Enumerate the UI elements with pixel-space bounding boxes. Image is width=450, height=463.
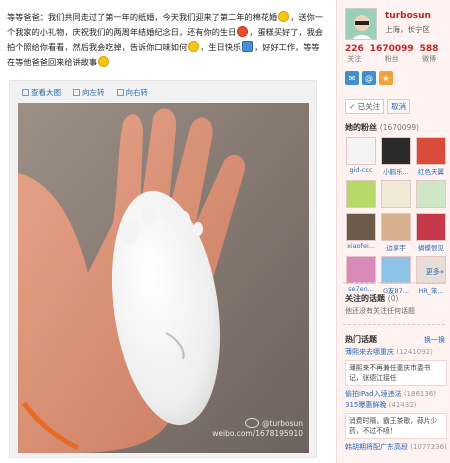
fan-item[interactable]: se7en... xyxy=(345,256,377,295)
watermark-url: weibo.com/1678195910 xyxy=(212,429,303,438)
rotate-left-link[interactable]: 向左转 xyxy=(73,85,105,99)
hot-topic-link[interactable]: 薄熙来去哪重庆 xyxy=(345,348,394,356)
fan-name[interactable]: HR_笨... xyxy=(415,285,447,295)
watermark-handle: @turbosun xyxy=(261,419,303,428)
fan-item[interactable] xyxy=(415,180,447,209)
avatar-image xyxy=(346,9,376,39)
fan-item[interactable]: 蝴蝶恨见 xyxy=(415,213,447,252)
change-batch-link[interactable]: 换一换 xyxy=(424,335,445,345)
fan-name[interactable]: 小鹤乐... xyxy=(380,166,412,176)
fan-name[interactable]: gid-ccc xyxy=(345,166,377,174)
photo-watermark: @turbosun weibo.com/1678195910 xyxy=(212,418,303,439)
cancel-follow-button[interactable]: 取消 xyxy=(387,99,411,114)
fans-title[interactable]: 她的粉丝 (1670099) xyxy=(345,122,419,133)
message-icon[interactable]: ✉ xyxy=(345,71,359,85)
post-segment: ，生日快乐 xyxy=(200,42,242,52)
weibo-page: 等等爸爸：我们共同走过了第一年的纸婚，今天我们迎来了第二年的棉花婚 ，送你一个我家… xyxy=(0,0,450,463)
profile-stats: 226 关注 1670099 粉丝 588 微博 xyxy=(345,44,438,64)
fan-name[interactable]: se7en... xyxy=(345,285,377,293)
divider xyxy=(343,324,445,325)
hot-topics-title: 热门话题 xyxy=(345,335,377,344)
topics-empty-text: 他还没有关注任何话题 xyxy=(345,307,415,315)
fan-item[interactable]: G友87... xyxy=(380,256,412,295)
stat-posts[interactable]: 588 微博 xyxy=(420,44,439,64)
smile-emoticon xyxy=(278,11,290,22)
fan-avatar[interactable] xyxy=(381,137,411,165)
profile-actions: ✉ @ ★ xyxy=(345,71,393,85)
fan-item[interactable] xyxy=(380,180,412,209)
hot-topic-item[interactable]: 偷拍iPad入境违法 (186136) xyxy=(345,389,447,400)
weibo-logo-icon xyxy=(244,418,259,428)
fan-avatar[interactable] xyxy=(381,256,411,284)
red-face-emoticon xyxy=(237,26,249,37)
hot-topic-count: (41432) xyxy=(388,401,417,409)
media-box: 查看大图 向左转 向右转 @turbosun weibo.com/1678195… xyxy=(9,80,317,458)
fan-name[interactable]: 边享宇 xyxy=(380,242,412,252)
hot-topic-item[interactable]: 韩胡期将配广东高段 (1077236) xyxy=(345,442,447,453)
topics-title: 关注的话题 (0) xyxy=(345,294,399,303)
hot-topics-list: 薄熙来去哪重庆 (1241092) 薄熙来不再兼任重庆市委书记，张德江接任偷拍iP… xyxy=(345,347,447,453)
fan-avatar[interactable] xyxy=(346,213,376,241)
rotate-right-link[interactable]: 向右转 xyxy=(116,85,148,99)
hot-topic-item[interactable]: 315曝惠鲜晚 (41432) xyxy=(345,400,447,411)
weibo-post: 等等爸爸：我们共同走过了第一年的纸婚，今天我们迎来了第二年的棉花婚 ，送你一个我家… xyxy=(0,0,333,463)
fan-name[interactable]: 红色天翼 xyxy=(415,166,447,176)
gift-icon[interactable]: ★ xyxy=(379,71,393,85)
hot-topic-count: (1077236) xyxy=(410,443,447,451)
cake-emoticon xyxy=(242,41,254,52)
fan-item[interactable] xyxy=(345,180,377,209)
rotate-left-icon xyxy=(73,88,80,96)
hot-topic-item[interactable]: 薄熙来去哪重庆 (1241092) xyxy=(345,347,447,358)
fan-avatar[interactable] xyxy=(381,180,411,208)
fan-item[interactable]: gid-ccc xyxy=(345,137,377,176)
fan-avatar[interactable] xyxy=(416,137,446,165)
hot-topic-link[interactable]: 韩胡期将配广东高段 xyxy=(345,443,408,451)
profile-location: 上海，长宁区 xyxy=(385,25,430,34)
stat-following[interactable]: 226 关注 xyxy=(345,44,364,64)
profile-sidebar: turbosun 上海，长宁区 226 关注 1670099 粉丝 588 微博 ✉ … xyxy=(336,0,450,463)
fan-item[interactable]: 边享宇 xyxy=(380,213,412,252)
smile-emoticon xyxy=(98,56,110,67)
fans-more-link[interactable]: 更多» xyxy=(426,267,444,277)
rotate-right-icon xyxy=(116,88,124,96)
divider xyxy=(343,282,445,283)
stat-followers[interactable]: 1670099 粉丝 xyxy=(370,44,414,64)
hot-topic-count: (186136) xyxy=(403,390,437,398)
hot-topic-link[interactable]: 偷拍iPad入境违法 xyxy=(345,390,402,398)
fan-item[interactable]: 小鹤乐... xyxy=(380,137,412,176)
fan-avatar[interactable] xyxy=(346,137,376,165)
media-toolbar: 查看大图 向左转 向右转 xyxy=(22,85,148,99)
at-icon[interactable]: @ xyxy=(362,71,376,85)
profile-name[interactable]: turbosun xyxy=(385,11,431,21)
magnify-icon xyxy=(22,88,29,96)
hand-with-foot-cast-image xyxy=(18,103,309,453)
post-photo[interactable]: @turbosun weibo.com/1678195910 xyxy=(18,103,309,453)
hot-topics-header: 热门话题 换一换 xyxy=(345,334,445,345)
fan-name[interactable]: 蝴蝶恨见 xyxy=(415,242,447,252)
fan-item[interactable]: xiaofei... xyxy=(345,213,377,252)
fan-avatar[interactable] xyxy=(346,256,376,284)
fan-item[interactable]: 红色天翼 xyxy=(415,137,447,176)
hot-topic-preview[interactable]: 消费时隔，霸王茶歌，蒜片少药，不过不喷！ xyxy=(345,413,447,439)
fan-avatar[interactable] xyxy=(416,180,446,208)
view-large-link[interactable]: 查看大图 xyxy=(22,85,61,99)
fan-name[interactable]: xiaofei... xyxy=(345,242,377,250)
fan-avatar[interactable] xyxy=(346,180,376,208)
avatar[interactable] xyxy=(345,8,377,40)
hot-topic-link[interactable]: 315曝惠鲜晚 xyxy=(345,401,386,409)
follow-controls: ✓ 已关注 取消 xyxy=(345,99,411,114)
smile-emoticon xyxy=(188,41,200,52)
hot-topic-count: (1241092) xyxy=(396,348,433,356)
fan-avatar[interactable] xyxy=(416,213,446,241)
hot-topic-preview[interactable]: 薄熙来不再兼任重庆市委书记，张德江接任 xyxy=(345,360,447,386)
followed-status: ✓ 已关注 xyxy=(345,99,385,114)
fan-avatar[interactable] xyxy=(381,213,411,241)
post-segment: 等等爸爸：我们共同走过了第一年的纸婚，今天我们迎来了第二年的棉花婚 xyxy=(7,12,278,22)
post-text: 等等爸爸：我们共同走过了第一年的纸婚，今天我们迎来了第二年的棉花婚 ，送你一个我家… xyxy=(7,10,327,70)
